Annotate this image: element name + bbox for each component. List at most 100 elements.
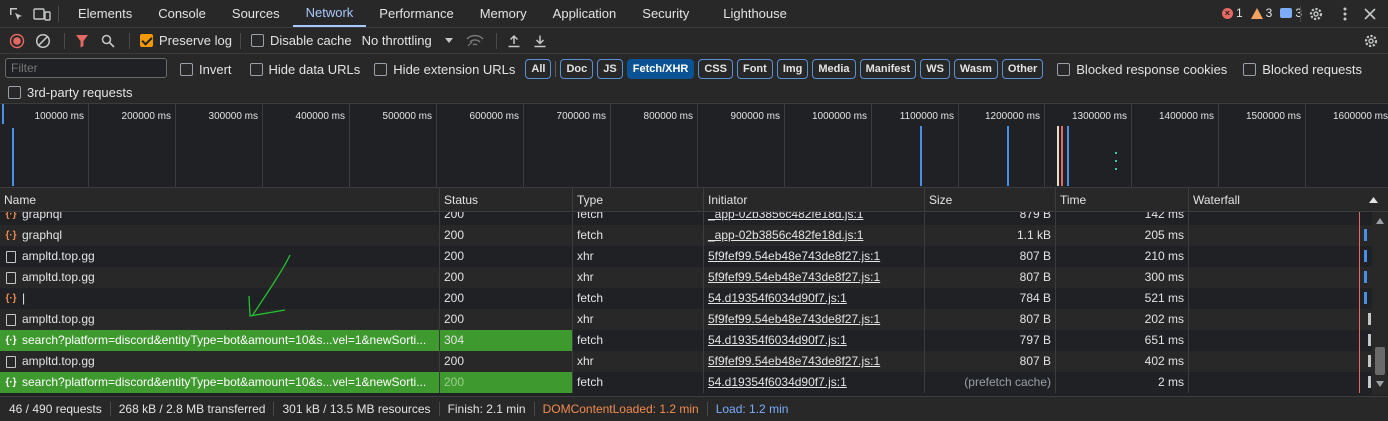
type-filter-js[interactable]: JS: [597, 59, 623, 79]
request-table-body: {·} graphql 200 fetch _app-02b3856c482fe18d.…: [0, 212, 1372, 395]
request-name-cell[interactable]: ampltd.top.gg: [0, 246, 440, 267]
overview-tick-label: 600000 ms: [469, 111, 519, 122]
blocked-requests-check[interactable]: [1243, 62, 1257, 76]
blocked-requests-checkbox[interactable]: Blocked requests: [1243, 62, 1362, 77]
type-filter-media[interactable]: Media: [812, 59, 856, 79]
column-header-status[interactable]: Status: [440, 188, 573, 212]
resources-size: 301 kB / 13.5 MB resources: [282, 402, 440, 416]
scroll-down-icon[interactable]: [1376, 381, 1384, 387]
third-party-check[interactable]: [8, 86, 21, 99]
tab-security[interactable]: Security: [629, 0, 702, 27]
column-header-name[interactable]: Name: [0, 188, 440, 212]
request-time-cell: 521 ms: [1056, 288, 1189, 309]
request-row[interactable]: {·} | 200 fetch 54.d19354f6034d90f7.js:1 784 …: [0, 288, 1372, 309]
tab-elements[interactable]: Elements: [65, 0, 145, 27]
blocked-cookies-check[interactable]: [1057, 62, 1071, 76]
filter-input[interactable]: [5, 58, 167, 78]
invert-check[interactable]: [180, 62, 193, 76]
third-party-checkbox[interactable]: 3rd-party requests: [8, 85, 133, 100]
type-filter-css[interactable]: CSS: [698, 59, 733, 79]
request-row[interactable]: {·} search?platform=discord&entityType=bo…: [0, 372, 1372, 393]
type-filter-other[interactable]: Other: [1001, 59, 1044, 79]
tab-console[interactable]: Console: [145, 0, 219, 27]
gear-icon[interactable]: [1306, 4, 1326, 24]
request-initiator-cell[interactable]: _app-02b3856c482fe18d.js:1: [704, 225, 925, 246]
clear-icon[interactable]: [32, 30, 54, 52]
request-name-cell[interactable]: {·} graphql: [0, 212, 440, 225]
type-filter-wasm[interactable]: Wasm: [953, 59, 998, 79]
search-icon[interactable]: [97, 30, 119, 52]
tab-memory[interactable]: Memory: [467, 0, 540, 27]
hide-data-urls-check[interactable]: [249, 62, 263, 76]
filter-icon[interactable]: [71, 30, 93, 52]
request-name-cell[interactable]: ampltd.top.gg: [0, 309, 440, 330]
column-header-initiator[interactable]: Initiator: [704, 188, 925, 212]
tab-application[interactable]: Application: [540, 0, 630, 27]
request-row[interactable]: {·} search?platform=discord&entityType=bo…: [0, 330, 1372, 351]
close-icon[interactable]: [1360, 4, 1380, 24]
preserve-log-check[interactable]: [140, 34, 153, 47]
request-waterfall-cell: [1189, 225, 1372, 246]
type-filter-manifest[interactable]: Manifest: [859, 59, 917, 79]
blocked-cookies-checkbox[interactable]: Blocked response cookies: [1057, 62, 1227, 77]
tab-sources[interactable]: Sources: [219, 0, 293, 27]
disable-cache-label: Disable cache: [269, 33, 352, 48]
table-scrollbar[interactable]: [1372, 212, 1388, 395]
request-initiator-cell[interactable]: _app-02b3856c482fe18d.js:1: [704, 212, 925, 225]
request-row[interactable]: ampltd.top.gg 200 xhr 5f9fef99.54eb48e743de…: [0, 246, 1372, 267]
request-initiator-cell[interactable]: 54.d19354f6034d90f7.js:1: [704, 372, 925, 393]
download-icon[interactable]: [529, 30, 551, 52]
wifi-icon[interactable]: [464, 30, 486, 52]
column-header-type[interactable]: Type: [573, 188, 704, 212]
throttling-select[interactable]: No throttling: [362, 33, 454, 48]
request-row[interactable]: {·} graphql 200 fetch _app-02b3856c482fe18d.…: [0, 225, 1372, 246]
request-initiator-cell[interactable]: 5f9fef99.54eb48e743de8f27.js:1: [704, 246, 925, 267]
column-header-size[interactable]: Size: [925, 188, 1056, 212]
disable-cache-check[interactable]: [250, 34, 264, 47]
request-name-cell[interactable]: {·} |: [0, 288, 440, 309]
scroll-up-icon[interactable]: [1376, 218, 1384, 224]
request-row[interactable]: ampltd.top.gg 200 xhr 5f9fef99.54eb48e743de…: [0, 267, 1372, 288]
request-name-cell[interactable]: {·} search?platform=discord&entityType=bo…: [0, 330, 440, 351]
type-filter-ws[interactable]: WS: [920, 59, 950, 79]
network-settings-gear-icon[interactable]: [1360, 30, 1382, 52]
request-initiator-cell[interactable]: 5f9fef99.54eb48e743de8f27.js:1: [704, 351, 925, 372]
request-initiator-cell[interactable]: 54.d19354f6034d90f7.js:1: [704, 288, 925, 309]
scrollbar-thumb[interactable]: [1375, 347, 1385, 375]
tab-network[interactable]: Network: [292, 0, 367, 27]
inspect-icon[interactable]: [6, 4, 26, 24]
type-filter-fetch-xhr[interactable]: Fetch/XHR: [626, 59, 695, 79]
fetch-icon: {·}: [5, 293, 17, 304]
hide-data-urls-checkbox[interactable]: Hide data URLs: [249, 62, 360, 77]
request-initiator-cell[interactable]: 5f9fef99.54eb48e743de8f27.js:1: [704, 309, 925, 330]
request-type-cell: xhr: [573, 246, 704, 267]
type-filter-doc[interactable]: Doc: [560, 59, 594, 79]
upload-icon[interactable]: [503, 30, 525, 52]
request-row[interactable]: ampltd.top.gg 200 xhr 5f9fef99.54eb48e743de…: [0, 309, 1372, 330]
request-initiator-cell[interactable]: 5f9fef99.54eb48e743de8f27.js:1: [704, 267, 925, 288]
request-name-cell[interactable]: {·} graphql: [0, 225, 440, 246]
hide-ext-urls-check[interactable]: [374, 62, 388, 76]
tab-performance[interactable]: Performance: [366, 0, 466, 27]
request-name-cell[interactable]: ampltd.top.gg: [0, 351, 440, 372]
column-header-waterfall[interactable]: Waterfall: [1189, 188, 1388, 212]
disable-cache-checkbox[interactable]: Disable cache: [250, 33, 352, 48]
request-initiator-cell[interactable]: 54.d19354f6034d90f7.js:1: [704, 330, 925, 351]
record-icon[interactable]: [6, 30, 28, 52]
request-name-cell[interactable]: {·} search?platform=discord&entityType=bo…: [0, 372, 440, 393]
request-name-cell[interactable]: ampltd.top.gg: [0, 267, 440, 288]
request-row[interactable]: {·} graphql 200 fetch _app-02b3856c482fe18d.…: [0, 212, 1372, 225]
device-icon[interactable]: [32, 4, 52, 24]
issues-counter[interactable]: × 1 3 3: [1221, 6, 1302, 20]
tab-lighthouse[interactable]: Lighthouse: [710, 0, 800, 27]
type-filter-all[interactable]: All: [525, 59, 552, 79]
invert-checkbox[interactable]: Invert: [180, 62, 232, 77]
request-row[interactable]: ampltd.top.gg 200 xhr 5f9fef99.54eb48e743de…: [0, 351, 1372, 372]
more-menu-icon[interactable]: [1335, 4, 1355, 24]
type-filter-img[interactable]: Img: [776, 59, 809, 79]
hide-extension-urls-checkbox[interactable]: Hide extension URLs: [374, 62, 515, 77]
network-overview-timeline[interactable]: 100000 ms 200000 ms 300000 ms 400000 ms 5000…: [0, 104, 1388, 188]
type-filter-font[interactable]: Font: [736, 59, 773, 79]
column-header-time[interactable]: Time: [1056, 188, 1189, 212]
preserve-log-checkbox[interactable]: Preserve log: [140, 33, 232, 48]
